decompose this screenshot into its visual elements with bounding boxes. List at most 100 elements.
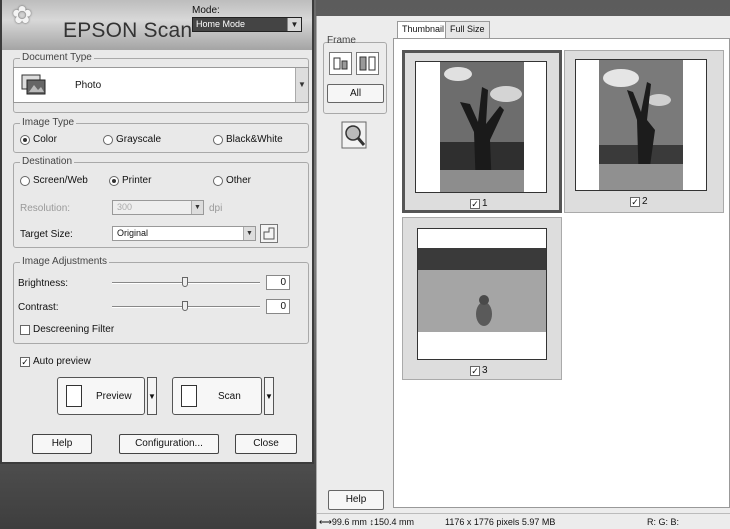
epson-scan-window: ✿ EPSON Scan Mode: Home Mode ▼ Document …	[0, 0, 314, 464]
destination-legend: Destination	[20, 156, 75, 167]
document-type-legend: Document Type	[20, 52, 94, 63]
contrast-slider-thumb[interactable]	[182, 301, 188, 311]
radio-grayscale-label: Grayscale	[116, 134, 162, 145]
descreening-checkbox[interactable]: Descreening Filter	[20, 324, 114, 335]
preview-help-button[interactable]: Help	[328, 490, 384, 510]
thumbnail-area: ✓ 1 ✓ 2 ✓ 3	[393, 38, 730, 508]
radio-grayscale[interactable]: Grayscale	[103, 134, 161, 145]
preview-menu-arrow[interactable]: ▼	[147, 377, 157, 415]
resolution-select[interactable]: 300 ▼	[112, 200, 204, 215]
thumbnail-3-checkbox[interactable]: ✓ 3	[470, 365, 488, 376]
contrast-label: Contrast:	[18, 302, 59, 313]
dropdown-arrow-icon[interactable]: ▼	[191, 201, 203, 214]
mode-select[interactable]: Home Mode ▼	[192, 17, 302, 32]
image-type-legend: Image Type	[20, 117, 77, 128]
thumbnail-1-number: 1	[482, 198, 488, 209]
height-value: 150.4 mm	[373, 517, 414, 527]
brightness-slider-thumb[interactable]	[182, 277, 188, 287]
radio-screen-web-dot	[20, 175, 30, 186]
mode-value: Home Mode	[196, 19, 246, 29]
radio-other-dot	[213, 175, 223, 186]
radio-color-dot	[20, 134, 30, 145]
thumbnail-2-checkbox[interactable]: ✓ 2	[630, 196, 648, 207]
scan-button[interactable]: Scan	[172, 377, 262, 415]
photo-doc-icon	[21, 74, 46, 95]
close-button[interactable]: Close	[235, 434, 297, 454]
radio-color[interactable]: Color	[20, 134, 57, 145]
width-readout: ⟷99.6 mm ↕150.4 mm	[319, 517, 414, 528]
scan-menu-arrow[interactable]: ▼	[264, 377, 274, 415]
frame-label: Frame	[327, 35, 356, 46]
epson-flower-icon: ✿	[12, 2, 33, 29]
configuration-button[interactable]: Configuration...	[119, 434, 219, 454]
thumbnail-3-box: ✓	[470, 365, 480, 376]
frame-rotate-icon[interactable]	[329, 52, 352, 75]
radio-grayscale-dot	[103, 134, 113, 145]
radio-black-white-label: Black&White	[226, 134, 283, 145]
help-button[interactable]: Help	[32, 434, 92, 454]
title-band: ✿ EPSON Scan Mode: Home Mode ▼	[2, 0, 312, 50]
radio-printer-label: Printer	[122, 175, 152, 186]
thumbnail-2-box: ✓	[630, 196, 640, 207]
all-frames-button[interactable]: All	[327, 84, 384, 103]
dropdown-arrow-icon[interactable]: ▼	[295, 68, 308, 102]
thumbnail-1[interactable]: ✓ 1	[402, 50, 562, 213]
descreening-label: Descreening Filter	[33, 324, 115, 335]
thumbnail-3[interactable]: ✓ 3	[402, 217, 562, 380]
frame-toolbar: Frame All Help	[317, 16, 393, 513]
app-title: EPSON Scan	[63, 19, 193, 42]
radio-printer[interactable]: Printer	[109, 175, 151, 186]
thumbnail-2-photo	[599, 60, 683, 190]
radio-other[interactable]: Other	[213, 175, 251, 186]
status-bar: ⟷99.6 mm ↕150.4 mm 1176 x 1776 pixels 5.…	[317, 513, 730, 529]
frame-flip-icon[interactable]	[356, 52, 379, 75]
target-size-advanced-icon[interactable]	[260, 224, 278, 243]
resolution-unit: dpi	[209, 203, 223, 214]
dropdown-arrow-icon[interactable]: ▼	[243, 227, 255, 240]
auto-preview-box: ✓	[20, 356, 30, 367]
thumbnail-2-number: 2	[642, 196, 648, 207]
target-size-label: Target Size:	[20, 229, 73, 240]
thumbnail-1-box: ✓	[470, 198, 480, 209]
document-type-value: Photo	[75, 80, 102, 91]
radio-black-white-dot	[213, 134, 223, 145]
thumbnail-3-photo	[418, 248, 546, 332]
descreening-box	[20, 324, 30, 335]
target-size-value: Original	[117, 228, 149, 238]
brightness-label: Brightness:	[18, 278, 69, 289]
preview-panel: Frame All Help Thumbnail Full Size ✓ 1 ✓…	[316, 16, 730, 529]
radio-screen-web-label: Screen/Web	[33, 175, 88, 186]
thumbnail-1-checkbox[interactable]: ✓ 1	[470, 198, 488, 209]
preview-button-label: Preview	[96, 391, 132, 402]
radio-other-label: Other	[226, 175, 252, 186]
image-adjustments-legend: Image Adjustments	[20, 256, 110, 267]
preview-doc-icon	[66, 385, 82, 407]
width-arrow-icon: ⟷	[319, 517, 332, 527]
radio-printer-dot	[109, 175, 119, 186]
tab-full-size[interactable]: Full Size	[445, 21, 490, 39]
contrast-value[interactable]: 0	[266, 299, 290, 314]
target-size-select[interactable]: Original ▼	[112, 226, 256, 241]
thumbnail-2[interactable]: ✓ 2	[564, 50, 724, 213]
radio-black-white[interactable]: Black&White	[213, 134, 283, 145]
radio-screen-web[interactable]: Screen/Web	[20, 175, 88, 186]
thumbnail-3-number: 3	[482, 365, 488, 376]
document-type-select[interactable]: Photo ▼	[13, 67, 309, 103]
thumbnail-1-photo	[440, 62, 524, 192]
auto-preview-checkbox[interactable]: ✓ Auto preview	[20, 356, 91, 367]
dropdown-arrow-icon[interactable]: ▼	[287, 18, 301, 31]
rgb-readout: R: G: B:	[647, 517, 680, 527]
pixel-size-readout: 1176 x 1776 pixels 5.97 MB	[445, 517, 556, 527]
preview-button[interactable]: Preview	[57, 377, 145, 415]
document-type-group: Document Type Photo ▼	[13, 52, 309, 113]
scan-button-label: Scan	[218, 391, 241, 402]
auto-preview-label: Auto preview	[33, 356, 91, 367]
zoom-icon[interactable]	[341, 120, 369, 152]
width-value: 99.6 mm	[331, 517, 367, 527]
mode-label: Mode:	[192, 5, 220, 16]
resolution-label: Resolution:	[20, 203, 71, 214]
radio-color-label: Color	[33, 134, 57, 145]
resolution-value: 300	[117, 202, 133, 212]
brightness-value[interactable]: 0	[266, 275, 290, 290]
scan-doc-icon	[181, 385, 197, 407]
